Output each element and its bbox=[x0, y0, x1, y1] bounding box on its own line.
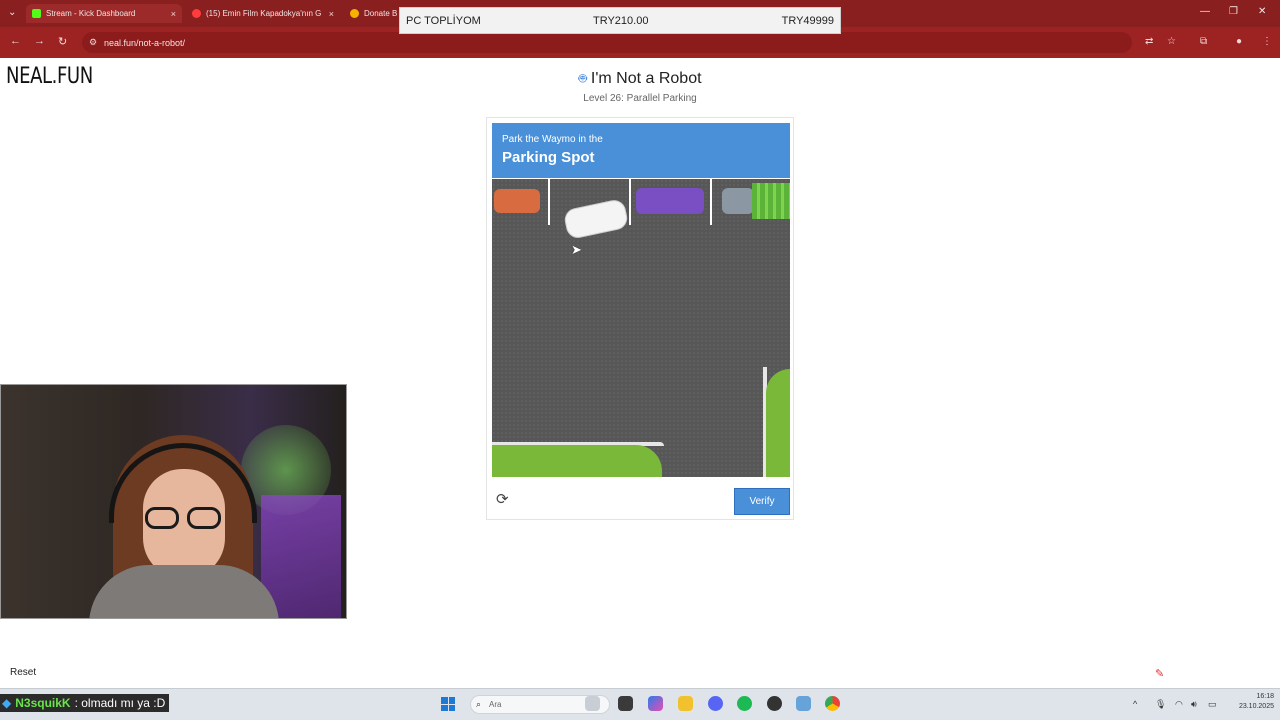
chat-username: N3squikK bbox=[15, 696, 71, 710]
tab-youtube[interactable]: (15) Emin Film Kapadokya'nın G × bbox=[186, 4, 340, 23]
captcha-header: Park the Waymo in the Parking Spot bbox=[492, 123, 790, 178]
volume-icon[interactable]: 🔊︎ bbox=[1191, 699, 1197, 710]
price-overlay: PC TOPLİYOM TRY210.00 TRY49999 bbox=[399, 7, 841, 34]
obs-icon[interactable] bbox=[767, 696, 782, 711]
copilot-icon[interactable] bbox=[648, 696, 663, 711]
menu-icon[interactable]: ⋮ bbox=[1262, 36, 1272, 47]
streamer-sweater bbox=[89, 565, 279, 618]
taskbar-app-icon[interactable] bbox=[796, 696, 811, 711]
parked-car-purple bbox=[636, 188, 704, 214]
mouse-cursor-icon: ➤ bbox=[571, 242, 582, 257]
tab-label: Stream - Kick Dashboard bbox=[46, 9, 136, 18]
parking-line bbox=[548, 179, 550, 225]
back-icon[interactable]: ← bbox=[10, 35, 21, 47]
file-explorer-icon[interactable] bbox=[678, 696, 693, 711]
webcam-overlay bbox=[0, 384, 347, 619]
tab-label: (15) Emin Film Kapadokya'nın G bbox=[206, 9, 322, 18]
clock-time: 16:18 bbox=[1256, 693, 1274, 700]
asphalt-texture bbox=[492, 179, 790, 477]
battery-icon[interactable]: ▭ bbox=[1208, 699, 1217, 710]
captcha-reload-icon[interactable]: ⟳ bbox=[496, 490, 509, 508]
maximize-icon[interactable]: ❐ bbox=[1229, 6, 1238, 17]
stream-watermark: ✎ bbox=[1155, 667, 1164, 680]
captcha-instruction-big: Parking Spot bbox=[502, 149, 595, 166]
reset-link[interactable]: Reset bbox=[10, 667, 36, 678]
parked-car-orange bbox=[494, 189, 540, 213]
wifi-icon[interactable]: ◠ bbox=[1175, 699, 1183, 710]
tab-search-icon[interactable]: ⌄ bbox=[8, 7, 16, 18]
chrome-icon[interactable] bbox=[825, 696, 840, 711]
mic-icon[interactable]: 🎙︎ bbox=[1155, 699, 1166, 710]
grass-patch bbox=[492, 445, 662, 477]
window-close-icon[interactable]: ✕ bbox=[1258, 6, 1266, 17]
green-stripes bbox=[752, 183, 790, 219]
profile-avatar-icon[interactable]: ● bbox=[1236, 36, 1242, 47]
overlay-title: PC TOPLİYOM bbox=[406, 15, 481, 27]
robot-icon: 🤖︎ bbox=[578, 70, 587, 86]
overlay-goal-amount: TRY49999 bbox=[781, 15, 834, 27]
forward-icon[interactable]: → bbox=[34, 35, 45, 47]
taskbar-app-icon[interactable] bbox=[618, 696, 633, 711]
grass-patch bbox=[766, 369, 790, 477]
tray-overflow-icon[interactable]: ^ bbox=[1133, 699, 1137, 709]
reload-icon[interactable]: ↻ bbox=[58, 35, 67, 48]
spotify-icon[interactable] bbox=[737, 696, 752, 711]
url-text: neal.fun/not-a-robot/ bbox=[104, 37, 186, 48]
close-tab-icon[interactable]: × bbox=[171, 9, 176, 19]
extensions-icon[interactable]: ⧉ bbox=[1200, 36, 1207, 47]
verify-button[interactable]: Verify bbox=[734, 488, 790, 515]
watermark-logo-icon: ✎ bbox=[1155, 668, 1165, 680]
search-icon: ⌕ bbox=[476, 699, 482, 709]
bookmark-star-icon[interactable]: ☆ bbox=[1167, 36, 1176, 47]
taskbar-clock[interactable]: 16:18 23.10.2025 bbox=[1228, 692, 1274, 712]
taskbar-app-icon[interactable] bbox=[585, 696, 600, 711]
tab-donate[interactable]: Donate B bbox=[344, 4, 404, 23]
minimize-icon[interactable]: — bbox=[1200, 6, 1210, 17]
tab-kick-dashboard[interactable]: Stream - Kick Dashboard × bbox=[26, 4, 182, 23]
youtube-icon bbox=[192, 9, 201, 18]
taskbar-search-placeholder: Ara bbox=[489, 700, 502, 709]
page-title: 🤖︎ I'm Not a Robot bbox=[0, 69, 1280, 89]
chat-badge-icon: ◆ bbox=[2, 696, 12, 710]
parking-line bbox=[629, 179, 631, 225]
donate-icon bbox=[350, 9, 359, 18]
kick-icon bbox=[32, 9, 41, 18]
level-subtitle: Level 26: Parallel Parking bbox=[583, 93, 697, 104]
tab-label: Donate B bbox=[364, 9, 398, 18]
translate-icon[interactable]: ⇄ bbox=[1145, 36, 1153, 47]
stream-chat-message: ◆ N3squikK : olmadı mı ya :D bbox=[0, 694, 170, 712]
discord-icon[interactable] bbox=[708, 696, 723, 711]
chat-text: : olmadı mı ya :D bbox=[74, 696, 166, 710]
captcha-instruction-small: Park the Waymo in the bbox=[502, 134, 603, 145]
site-info-icon[interactable]: ⚙ bbox=[89, 37, 97, 48]
captcha-box: Park the Waymo in the Parking Spot ⟳ Ver… bbox=[486, 117, 794, 520]
address-bar[interactable]: ⚙ neal.fun/not-a-robot/ bbox=[82, 32, 1132, 53]
parking-line bbox=[710, 179, 712, 225]
overlay-current-amount: TRY210.00 bbox=[593, 15, 649, 27]
close-tab-icon[interactable]: × bbox=[329, 9, 334, 19]
parked-car-gray bbox=[722, 188, 754, 214]
page-title-text: I'm Not a Robot bbox=[590, 70, 702, 87]
clock-date: 23.10.2025 bbox=[1238, 703, 1274, 710]
windows-taskbar bbox=[0, 688, 1280, 720]
windows-start-icon[interactable] bbox=[441, 697, 455, 711]
parking-lot-canvas[interactable] bbox=[492, 179, 790, 477]
